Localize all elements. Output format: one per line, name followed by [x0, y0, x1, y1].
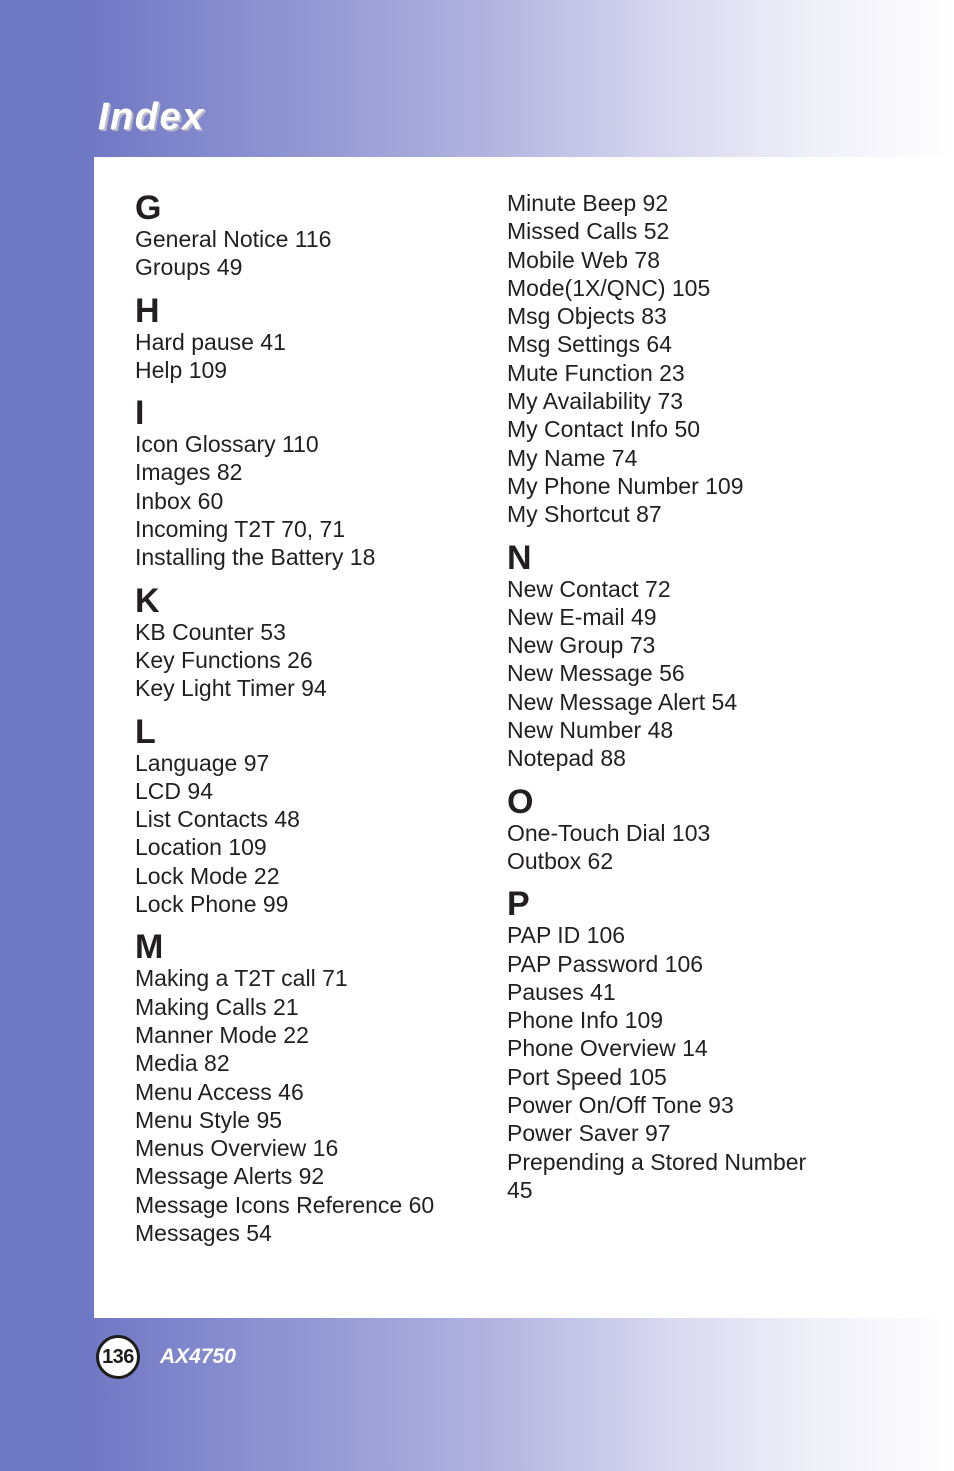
section-letter: M	[135, 928, 164, 967]
index-entry: PAP Password 106	[507, 950, 704, 977]
index-section: P PAP ID 106 PAP Password 106 Pauses 41 Phon…	[507, 887, 837, 1204]
index-entry: LCD 94	[135, 777, 213, 804]
index-section: O One-Touch Dial 103 Outbox 62	[507, 785, 837, 876]
index-section: L Language 97 LCD 94 List Contacts 48 Locati…	[135, 715, 434, 919]
index-entry: Images 82	[135, 459, 243, 486]
section-letter: O	[507, 782, 534, 821]
index-entry: My Availability 73	[507, 388, 683, 415]
index-entry: Message Alerts 92	[135, 1163, 325, 1190]
index-entry: Hard pause 41	[135, 328, 286, 355]
index-entry: My Contact Info 50	[507, 416, 701, 443]
index-content: G General Notice 116 Groups 49 H Hard pause …	[94, 157, 954, 1318]
index-entry: Inbox 60	[135, 487, 224, 514]
index-entry: Groups 49	[135, 254, 243, 281]
index-entry: Manner Mode 22	[135, 1021, 309, 1048]
index-entry: Mute Function 23	[507, 359, 685, 386]
index-entry: Power On/Off Tone 93	[507, 1092, 734, 1119]
index-entry: New E-mail 49	[507, 603, 657, 630]
page-number-badge: 136	[96, 1335, 140, 1379]
index-entry: New Group 73	[507, 632, 656, 659]
index-section: H Hard pause 41 Help 109	[135, 294, 434, 385]
index-entry: Help 109	[135, 356, 228, 383]
index-entry: Message Icons Reference 60	[135, 1191, 435, 1218]
index-entry: Menu Access 46	[135, 1078, 304, 1105]
index-section: N New Contact 72 New E-mail 49 New Group 73…	[507, 541, 837, 773]
index-entry: Missed Calls 52	[507, 218, 670, 245]
index-entry: List Contacts 48	[135, 806, 300, 833]
section-letter: K	[135, 581, 160, 620]
model-name: AX4750	[160, 1345, 236, 1368]
index-entry: Language 97	[135, 749, 270, 776]
index-section: M Making a T2T call 71 Making Calls 21 Mann…	[135, 930, 434, 1247]
index-section: K KB Counter 53 Key Functions 26 Key Light …	[135, 584, 434, 703]
index-column-left: G General Notice 116 Groups 49 H Hard pause …	[135, 191, 434, 1247]
page-footer: 136 AX4750	[96, 1335, 236, 1379]
section-letter: P	[507, 885, 530, 924]
index-entry: Making Calls 21	[135, 993, 299, 1020]
index-entry: New Number 48	[507, 717, 674, 744]
index-entry: General Notice 116	[135, 226, 332, 252]
left-margin-strip	[0, 0, 94, 1471]
index-entry: Making a T2T call 71	[135, 965, 348, 992]
index-entry: Mode(1X/QNC) 105	[507, 274, 711, 301]
index-entry: Port Speed 105	[507, 1063, 667, 1090]
index-section: G General Notice 116 Groups 49	[135, 191, 434, 282]
index-entry: Phone Overview 14	[507, 1035, 708, 1062]
section-letter: G	[135, 189, 162, 227]
index-entry: Msg Objects 83	[507, 303, 667, 330]
index-entry: Menus Overview 16	[135, 1135, 339, 1162]
index-entry: Notepad 88	[507, 745, 626, 772]
index-section: Minute Beep 92 Missed Calls 52 Mobile Web …	[507, 189, 837, 529]
index-entry: Key Functions 26	[135, 646, 313, 673]
index-entry: Power Saver 97	[507, 1120, 671, 1147]
index-entry: Icon Glossary 110	[135, 431, 319, 458]
index-entry: My Phone Number 109	[507, 472, 744, 499]
index-entry: KB Counter 53	[135, 618, 286, 645]
index-column-right: Minute Beep 92 Missed Calls 52 Mobile Web …	[507, 189, 837, 1204]
index-entry: New Message Alert 54	[507, 688, 738, 715]
index-entry: Outbox 62	[507, 847, 614, 874]
index-entry: Incoming T2T 70, 71	[135, 516, 346, 543]
index-entry: PAP ID 106	[507, 922, 626, 949]
index-entry: Minute Beep 92	[507, 190, 669, 216]
index-entry: New Contact 72	[507, 575, 671, 602]
index-entry: New Message 56	[507, 660, 685, 687]
index-entry: Prepending a Stored Number 45	[507, 1148, 807, 1203]
section-letter: N	[507, 538, 532, 577]
index-entry: My Name 74	[507, 444, 638, 471]
section-letter: I	[135, 394, 145, 433]
index-entry: Msg Settings 64	[507, 331, 672, 358]
index-entry: Pauses 41	[507, 978, 616, 1005]
index-entry: Key Light Timer 94	[135, 675, 327, 702]
section-letter: L	[135, 712, 156, 751]
index-entry: Messages 54	[135, 1220, 272, 1247]
index-entry: Location 109	[135, 834, 267, 861]
index-entry: Lock Mode 22	[135, 862, 280, 889]
index-entry: Menu Style 95	[135, 1106, 283, 1133]
index-entry: Lock Phone 99	[135, 891, 289, 918]
index-entry: Mobile Web 78	[507, 246, 660, 273]
index-entry: My Shortcut 87	[507, 501, 662, 528]
index-entry: Phone Info 109	[507, 1007, 664, 1034]
index-section: I Icon Glossary 110 Images 82 Inbox 60 Incom…	[135, 396, 434, 571]
index-entry: Media 82	[135, 1050, 230, 1077]
section-letter: H	[135, 291, 160, 330]
index-entry: One-Touch Dial 103	[507, 819, 711, 846]
page-title: Index	[98, 96, 205, 138]
header-band	[94, 0, 954, 157]
index-entry: Installing the Battery 18	[135, 544, 376, 571]
